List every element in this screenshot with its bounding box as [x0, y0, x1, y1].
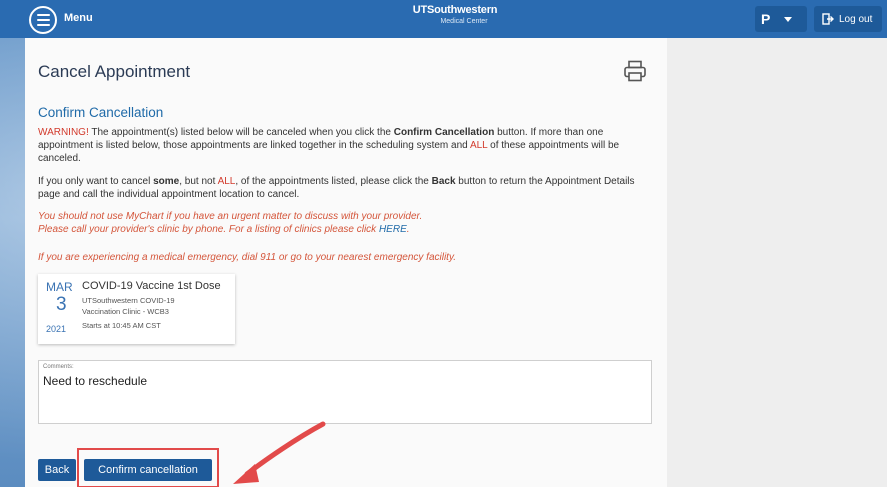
comments-field[interactable]: Comments: Need to reschedule	[38, 360, 652, 424]
logout-button[interactable]: Log out	[814, 6, 882, 32]
partial-cancel-paragraph: If you only want to cancel some, but not…	[38, 175, 648, 201]
emergency-notice: If you are experiencing a medical emerge…	[38, 252, 456, 263]
warning-text-1: The appointment(s) listed below will be …	[88, 127, 394, 138]
confirm-cancellation-button[interactable]: Confirm cancellation	[84, 459, 212, 481]
warning-label: WARNING!	[38, 127, 89, 138]
appointment-location-2: Vaccination Clinic - WCB3	[82, 307, 169, 316]
appointment-start-time: Starts at 10:45 AM CST	[82, 321, 161, 330]
all-emphasis-2: ALL	[217, 176, 236, 187]
appointment-day: 3	[56, 294, 67, 315]
back-emphasis: Back	[431, 176, 456, 187]
chevron-down-icon	[784, 16, 793, 22]
appointment-month: MAR	[46, 280, 73, 294]
ut-southwestern-logo[interactable]: UTSouthwestern Medical Center	[400, 4, 510, 26]
appointment-location-1: UTSouthwestern COVID-19	[82, 296, 175, 305]
appointment-title: COVID-19 Vaccine 1st Dose	[82, 280, 221, 292]
partial-text-3: , of the appointments listed, please cli…	[235, 176, 432, 187]
menu-label[interactable]: Menu	[64, 12, 93, 24]
partial-text-2: , but not	[179, 176, 218, 187]
logout-label: Log out	[839, 13, 873, 25]
side-panel	[667, 38, 887, 487]
urgent-notice-line-2-text: Please call your provider's clinic by ph…	[38, 224, 379, 235]
all-emphasis: ALL	[469, 140, 488, 151]
main-content: Cancel Appointment Confirm Cancellation …	[25, 38, 667, 487]
warning-paragraph: WARNING! The appointment(s) listed below…	[38, 126, 648, 165]
urgent-notice-line-2: Please call your provider's clinic by ph…	[38, 223, 648, 236]
logout-icon	[822, 13, 834, 25]
user-initial: P	[761, 11, 771, 27]
comments-label: Comments:	[43, 364, 74, 370]
logo-line-2: Medical Center	[440, 18, 488, 25]
print-icon[interactable]	[623, 60, 647, 82]
partial-text-1: If you only want to cancel	[38, 176, 154, 187]
urgent-notice: You should not use MyChart if you have a…	[38, 210, 648, 236]
confirm-cancellation-emphasis: Confirm Cancellation	[393, 127, 495, 138]
appointment-year: 2021	[46, 324, 67, 334]
user-menu-button[interactable]: P	[755, 6, 807, 32]
section-title: Confirm Cancellation	[38, 105, 164, 120]
logo-line-1: UTSouthwestern	[412, 4, 498, 16]
some-emphasis: some	[153, 176, 180, 187]
comments-value[interactable]: Need to reschedule	[43, 374, 147, 388]
back-button[interactable]: Back	[38, 459, 76, 481]
hamburger-menu-icon[interactable]	[29, 6, 57, 34]
urgent-notice-line-2-end: .	[406, 224, 410, 235]
page-title: Cancel Appointment	[38, 62, 191, 81]
top-header: Menu UTSouthwestern Medical Center P Log…	[0, 0, 887, 38]
annotation-arrow-icon	[233, 421, 326, 484]
clinics-here-link[interactable]: HERE	[379, 224, 407, 235]
urgent-notice-line-1: You should not use MyChart if you have a…	[38, 211, 423, 222]
appointment-card: MAR 3 2021 COVID-19 Vaccine 1st Dose UTS…	[38, 274, 235, 344]
